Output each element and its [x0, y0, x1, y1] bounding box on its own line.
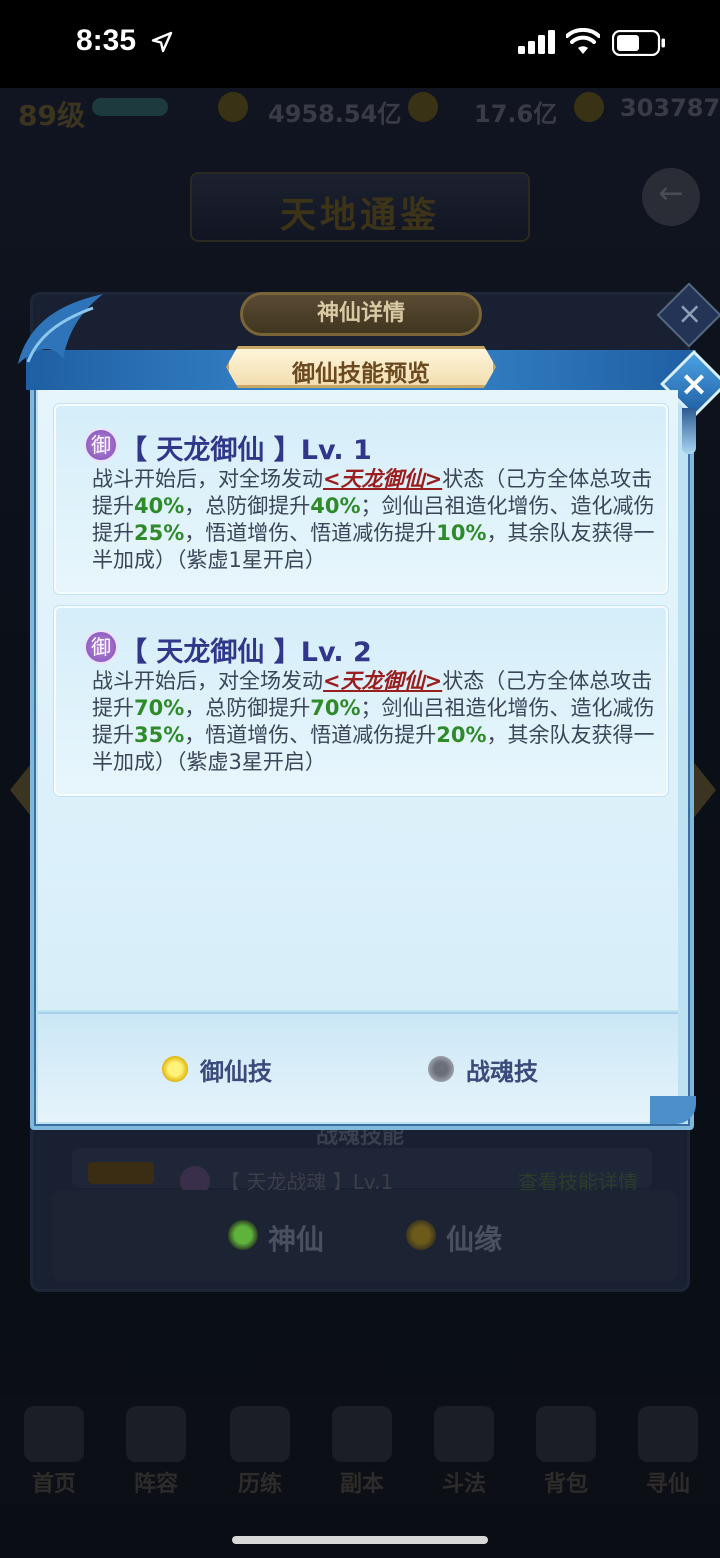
status-bar: 8:35 [0, 0, 720, 88]
nav-duel[interactable]: 斗法 [414, 1394, 514, 1504]
home-icon [24, 1406, 84, 1462]
tassel-ornament-icon [682, 408, 696, 454]
percent-value: 40% [134, 494, 185, 518]
desc-text: 战斗开始后，对全场发动 [92, 669, 323, 693]
radio-off-icon [406, 1220, 436, 1250]
radio-on-icon [228, 1220, 258, 1250]
percent-value: 10% [436, 521, 487, 545]
back-arrow-icon: ← [658, 176, 684, 211]
status-name-highlight: <天龙御仙> [323, 467, 443, 491]
percent-value: 70% [134, 696, 185, 720]
dialog-title-plate: 御仙技能预览 [226, 346, 496, 388]
status-name-highlight: <天龙御仙> [323, 669, 443, 693]
nav-label: 斗法 [441, 1472, 486, 1497]
tab-label: 仙缘 [446, 1223, 503, 1256]
yuxian-badge-icon: 御 [84, 428, 118, 462]
skill-type-tab-bar: 御仙技 战魂技 [38, 1012, 678, 1122]
percent-value: 25% [134, 521, 185, 545]
close-icon: × [677, 296, 703, 332]
cellular-signal-icon [518, 30, 555, 54]
yuxian-badge-icon: 御 [84, 630, 118, 664]
nav-seek-immortal[interactable]: 寻仙 [618, 1394, 718, 1504]
percent-value: 20% [436, 723, 487, 747]
battery-icon [612, 30, 665, 56]
skill-description: 战斗开始后，对全场发动<天龙御仙>状态（己方全体总攻击提升40%，总防御提升40… [92, 466, 662, 574]
location-arrow-icon [151, 31, 173, 53]
currency3-value: 303787 [620, 94, 720, 122]
dungeon-icon [332, 1406, 392, 1462]
desc-text: ，悟道增伤、悟道减伤提升 [184, 521, 437, 545]
lineup-icon [126, 1406, 186, 1462]
training-icon [230, 1406, 290, 1462]
bottom-nav: 首页 阵容 历练 副本 斗法 背包 寻仙 [0, 1394, 720, 1504]
wifi-icon [566, 28, 600, 54]
skill-card-lv2: 御 【 天龙御仙 】Lv. 2 战斗开始后，对全场发动<天龙御仙>状态（己方全体… [54, 606, 668, 796]
gold-icon [218, 92, 248, 122]
currency2-value: 17.6亿 [474, 100, 558, 128]
percent-value: 40% [310, 494, 361, 518]
nav-label: 背包 [543, 1472, 588, 1497]
background-title-banner: 天地通鉴 [190, 172, 530, 242]
percent-value: 35% [134, 723, 185, 747]
background-title: 天地通鉴 [279, 195, 440, 236]
nav-training[interactable]: 历练 [210, 1394, 310, 1504]
skill-card-lv1: 御 【 天龙御仙 】Lv. 1 战斗开始后，对全场发动<天龙御仙>状态（己方全体… [54, 404, 668, 594]
nav-lineup[interactable]: 阵容 [106, 1394, 206, 1504]
nav-label: 历练 [237, 1472, 282, 1497]
gold-value: 4958.54亿 [268, 100, 402, 128]
nav-label: 阵容 [133, 1472, 178, 1497]
desc-text: 战斗开始后，对全场发动 [92, 467, 323, 491]
skill-description: 战斗开始后，对全场发动<天龙御仙>状态（己方全体总攻击提升70%，总防御提升70… [92, 668, 662, 776]
background-tab-bar: 神仙 仙缘 [52, 1190, 678, 1282]
nav-dungeon[interactable]: 副本 [312, 1394, 412, 1504]
skill-thumbnail [88, 1162, 154, 1184]
status-time: 8:35 [76, 24, 137, 57]
nav-label: 首页 [31, 1472, 76, 1497]
desc-text: ，总防御提升 [184, 696, 311, 720]
skill-preview-dialog: 御仙技能预览 × 御 【 天龙御仙 】Lv. 1 战斗开始后，对全场发动<天龙御… [18, 294, 720, 1136]
currency3-icon [574, 92, 604, 122]
currency2-icon [408, 92, 438, 122]
nav-label: 副本 [339, 1472, 384, 1497]
skill-title: 【 天龙御仙 】Lv. 2 [120, 637, 372, 668]
radio-unselected-icon [428, 1056, 454, 1082]
nav-bag[interactable]: 背包 [516, 1394, 616, 1504]
nav-home[interactable]: 首页 [4, 1394, 104, 1504]
background-skill-row: 【 天龙战魂 】Lv.1 查看技能详情 [72, 1148, 652, 1196]
seek-immortal-icon [638, 1406, 698, 1462]
tab-label: 神仙 [268, 1223, 325, 1256]
radio-selected-icon [162, 1056, 188, 1082]
home-indicator [232, 1536, 488, 1544]
tab-label: 战魂技 [466, 1058, 538, 1086]
dialog-title: 御仙技能预览 [292, 361, 430, 387]
percent-value: 70% [310, 696, 361, 720]
background-dialog-title-plate: 神仙详情 [240, 292, 482, 336]
bag-icon [536, 1406, 596, 1462]
player-level: 89级 [18, 99, 85, 132]
tab-label: 御仙技 [200, 1058, 272, 1086]
close-icon: × [679, 364, 709, 404]
skill-list[interactable]: 御 【 天龙御仙 】Lv. 1 战斗开始后，对全场发动<天龙御仙>状态（己方全体… [38, 390, 678, 1010]
back-button[interactable]: ← [642, 168, 700, 226]
desc-text: ，总防御提升 [184, 494, 311, 518]
duel-icon [434, 1406, 494, 1462]
desc-text: ，悟道增伤、悟道减伤提升 [184, 723, 437, 747]
wing-ornament-icon [18, 294, 103, 364]
xp-bar [92, 98, 168, 116]
background-dialog-title: 神仙详情 [316, 301, 405, 326]
skill-title: 【 天龙御仙 】Lv. 1 [120, 435, 372, 466]
top-hud: 89级 4958.54亿 17.6亿 303787 [0, 88, 720, 132]
nav-label: 寻仙 [645, 1472, 690, 1497]
